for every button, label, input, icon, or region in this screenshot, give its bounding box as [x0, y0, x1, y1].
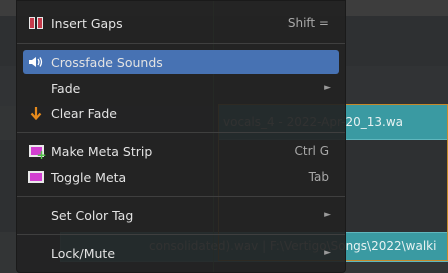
menu-separator — [17, 43, 345, 44]
menu-item-crossfade-sounds[interactable]: Crossfade Sounds — [23, 50, 339, 74]
down-arrow-icon — [27, 105, 45, 121]
menu-separator — [17, 196, 345, 197]
menu-item-label: Make Meta Strip — [51, 143, 153, 159]
menu-item-insert-gaps[interactable]: Insert Gaps Shift = — [23, 11, 339, 35]
menu-item-label: Lock/Mute — [51, 245, 116, 261]
menu-item-clear-fade[interactable]: Clear Fade — [23, 101, 339, 125]
menu-item-toggle-meta[interactable]: Toggle Meta Tab — [23, 165, 339, 189]
submenu-arrow-icon: ► — [324, 248, 331, 258]
insert-gaps-icon — [27, 15, 45, 31]
menu-item-label: Insert Gaps — [51, 15, 123, 31]
speaker-icon — [27, 54, 45, 70]
menu-item-set-color-tag[interactable]: Set Color Tag ► — [23, 203, 339, 227]
menu-item-label: Crossfade Sounds — [51, 54, 163, 70]
strip-context-menu: Insert Gaps Shift = Crossfade Sounds Fad… — [16, 0, 346, 273]
meta-strip-add-icon: + — [27, 143, 47, 161]
submenu-arrow-icon: ► — [324, 83, 331, 93]
submenu-arrow-icon: ► — [324, 210, 331, 220]
menu-item-label: Fade — [51, 80, 81, 96]
menu-item-label: Toggle Meta — [51, 169, 127, 185]
menu-separator — [17, 132, 345, 133]
menu-item-label: Clear Fade — [51, 105, 117, 121]
menu-item-label: Set Color Tag — [51, 207, 134, 223]
menu-item-fade[interactable]: Fade ► — [23, 76, 339, 100]
shortcut-label: Shift = — [287, 16, 329, 30]
meta-strip-icon — [27, 169, 45, 185]
shortcut-label: Tab — [308, 170, 329, 184]
menu-separator — [17, 234, 345, 235]
menu-item-lock-mute[interactable]: Lock/Mute ► — [23, 241, 339, 265]
menu-item-make-meta-strip[interactable]: + Make Meta Strip Ctrl G — [23, 139, 339, 163]
shortcut-label: Ctrl G — [294, 144, 329, 158]
